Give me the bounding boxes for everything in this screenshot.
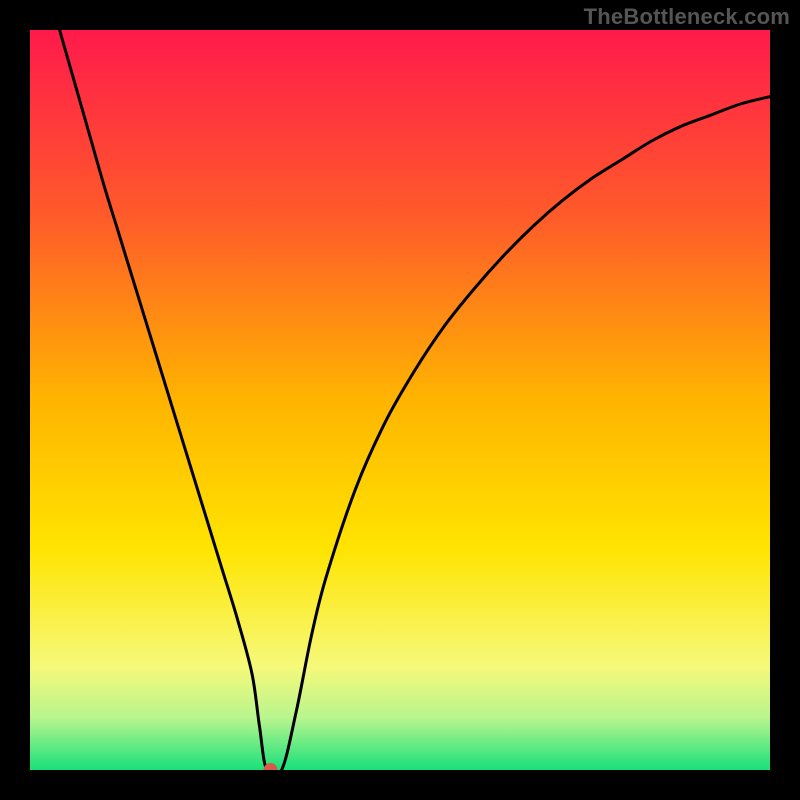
plot-area	[30, 30, 770, 770]
gradient-background	[30, 30, 770, 770]
chart-frame: TheBottleneck.com	[0, 0, 800, 800]
bottleneck-chart	[30, 30, 770, 770]
watermark-text: TheBottleneck.com	[584, 4, 790, 30]
